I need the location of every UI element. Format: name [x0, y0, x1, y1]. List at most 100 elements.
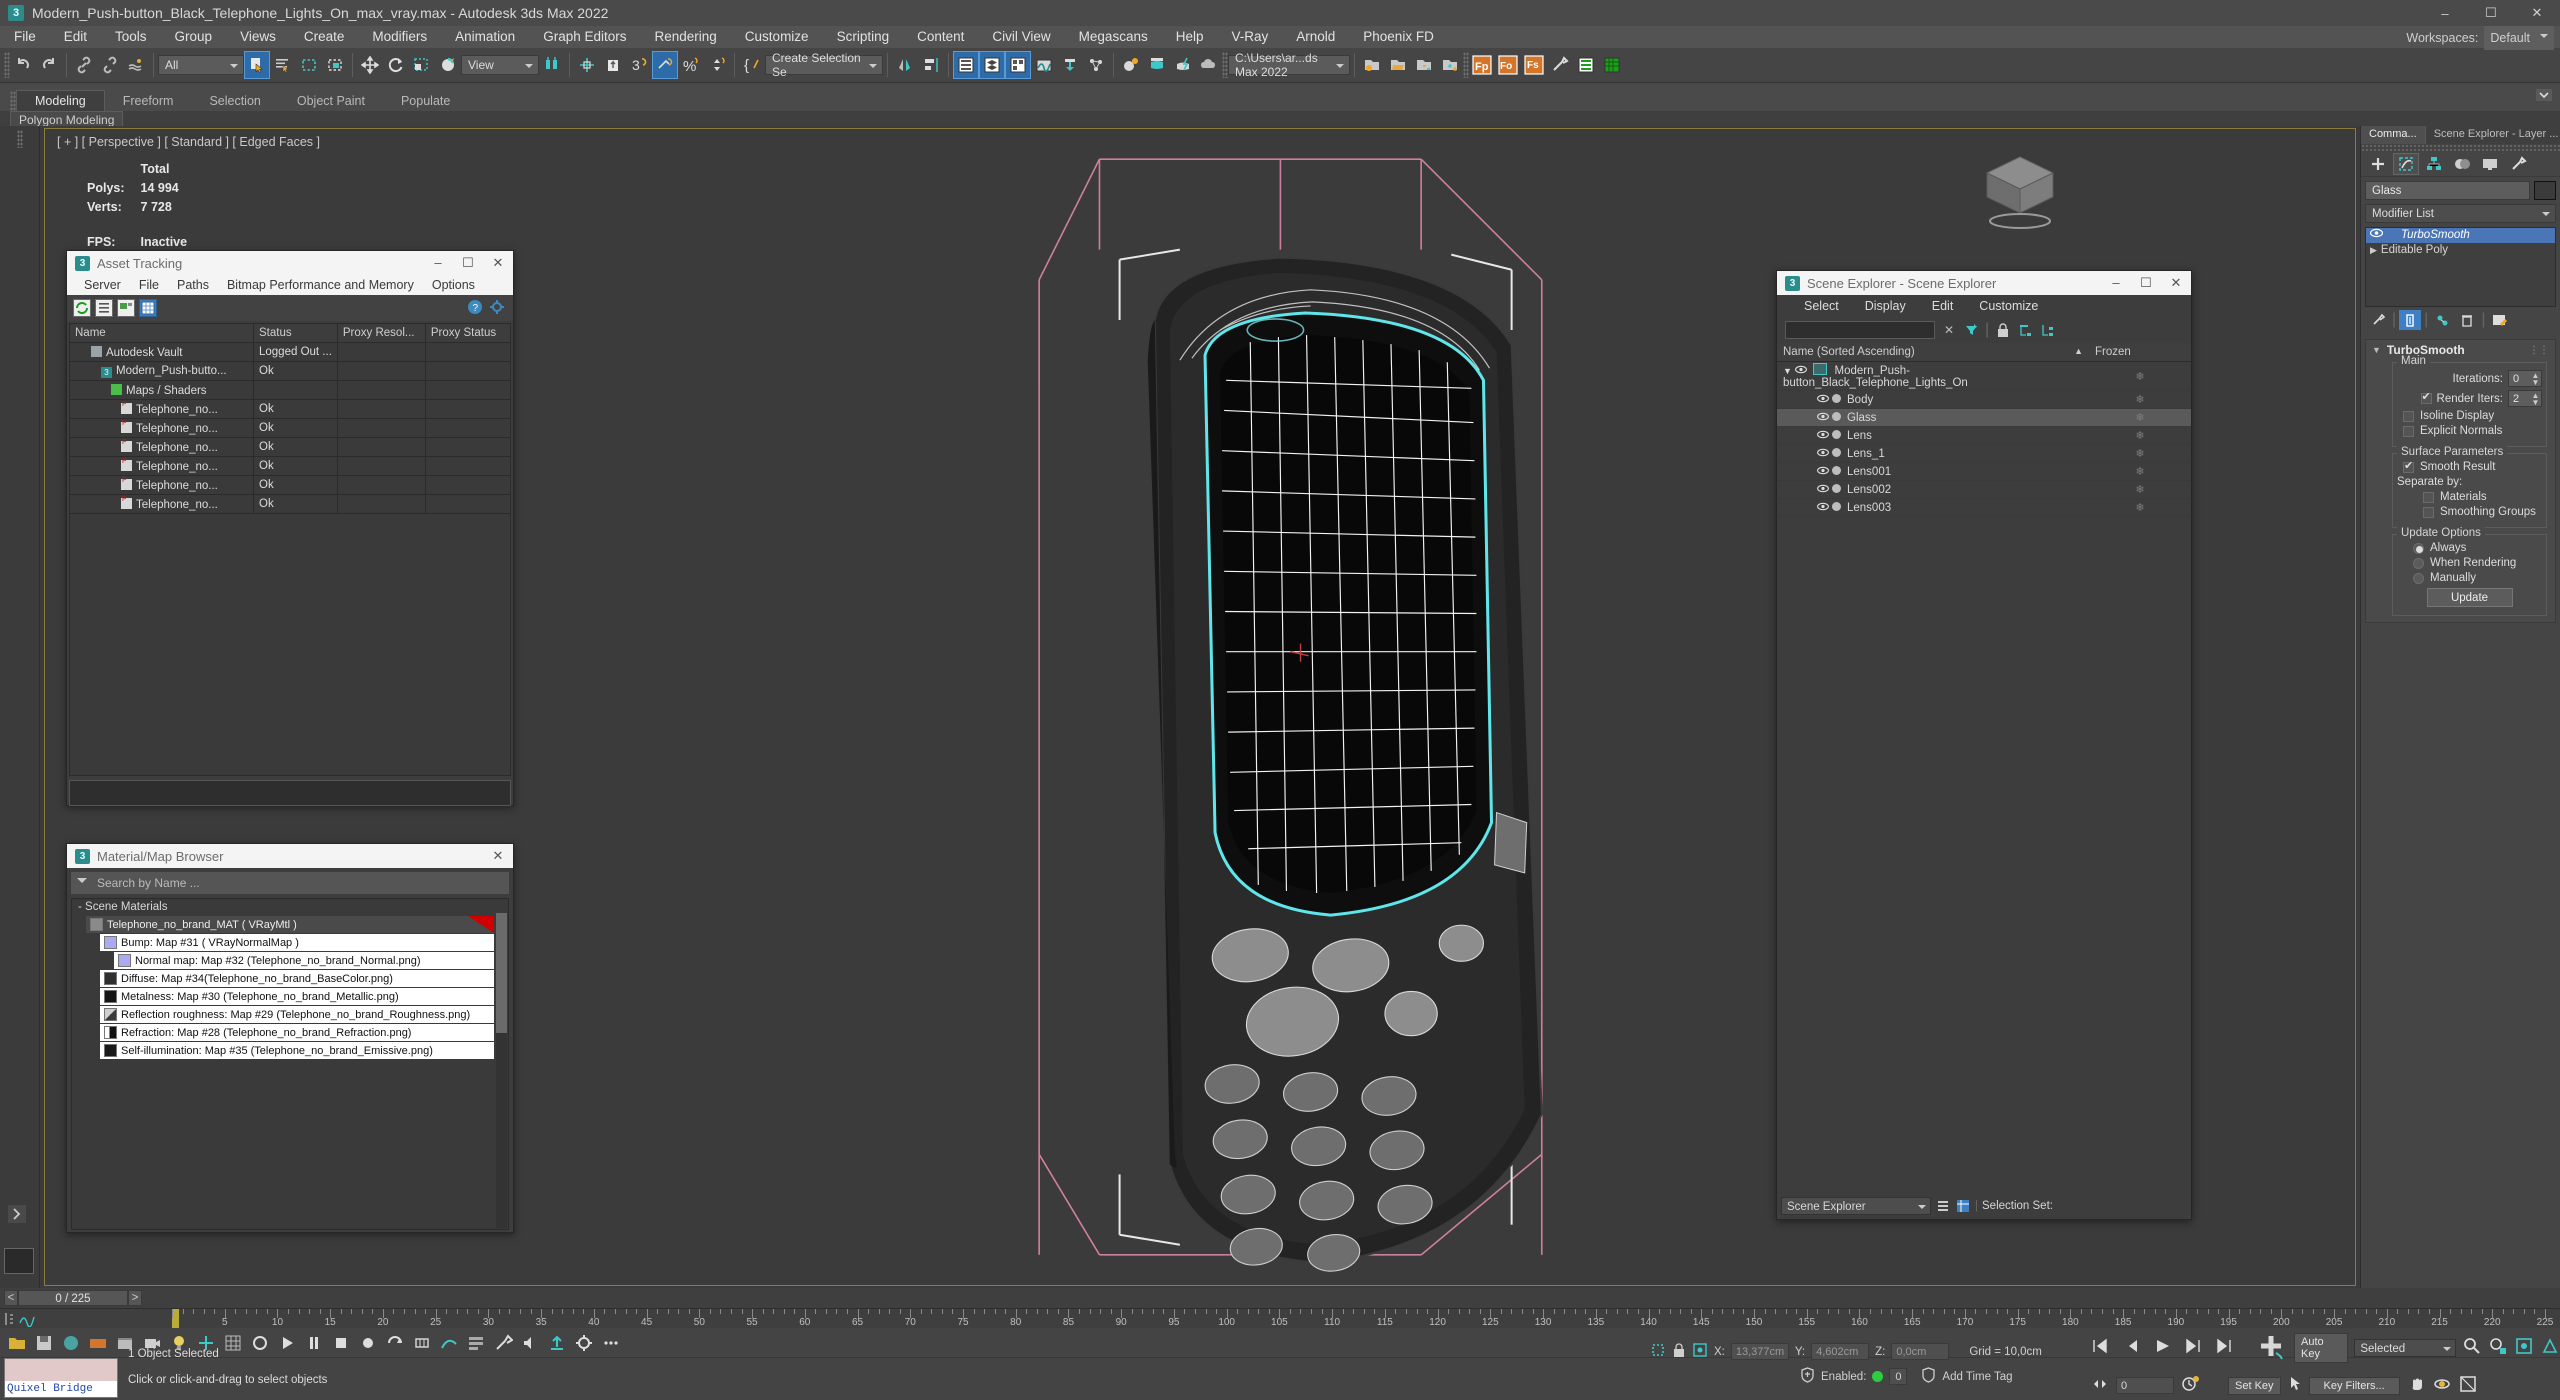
color-swatch[interactable]	[4, 1248, 34, 1274]
frozen-cell[interactable]: ❄	[2089, 480, 2191, 499]
lock-selection-icon[interactable]	[1672, 1342, 1686, 1361]
asset-tracking-titlebar[interactable]: 3 Asset Tracking – ☐ ✕	[67, 251, 513, 275]
key-filters-button[interactable]: Key Filters...	[2308, 1376, 2400, 1395]
list-item[interactable]: Refraction: Map #28 (Telephone_no_brand_…	[100, 1024, 494, 1041]
select-and-rotate-icon[interactable]	[383, 51, 409, 79]
forest-set-icon[interactable]: Fs	[1521, 51, 1547, 79]
table-row[interactable]: Telephone_no... Ok	[69, 399, 512, 419]
visibility-icon[interactable]	[1817, 412, 1829, 421]
explicit-normals-checkbox[interactable]	[2403, 425, 2414, 437]
iterations-spinner[interactable]: 0 ▲ ▼	[2508, 370, 2542, 387]
visibility-icon[interactable]	[1817, 484, 1829, 493]
map-swatch[interactable]	[118, 954, 131, 967]
col-proxy-resolution[interactable]: Proxy Resol...	[336, 323, 426, 343]
railclone-grid-icon[interactable]	[1599, 51, 1625, 79]
workspaces-value[interactable]: Default	[2484, 26, 2554, 50]
minimize-button[interactable]: –	[2422, 0, 2468, 26]
at-menu-options[interactable]: Options	[423, 278, 484, 292]
clear-search-icon[interactable]: ✕	[1941, 322, 1957, 338]
object-color-swatch[interactable]	[2534, 181, 2556, 200]
expand-collapse-icon[interactable]: ▼	[1783, 366, 1792, 376]
open-file-icon[interactable]	[4, 1330, 30, 1356]
table-row[interactable]: Autodesk Vault Logged Out ...	[69, 342, 512, 362]
time-ruler[interactable]: 5 10 15 20 25 30 35 40 45 50 55 60 65 70 75 80 85 90 95 100…	[0, 1308, 2560, 1329]
material-browser-scroll-thumb[interactable]	[496, 913, 507, 1033]
render-iterative-icon[interactable]	[1170, 51, 1196, 79]
expand-arrow-icon[interactable]: ▶	[2370, 243, 2377, 258]
mirror-icon[interactable]	[892, 51, 918, 79]
bridge-icon[interactable]	[85, 1330, 111, 1356]
motion-tab-icon[interactable]	[2449, 153, 2475, 175]
show-end-result-icon[interactable]	[2399, 310, 2422, 330]
menu-item-animation[interactable]: Animation	[441, 26, 529, 48]
map-swatch[interactable]	[104, 1026, 117, 1039]
list-item[interactable]: Metalness: Map #30 (Telephone_no_brand_M…	[100, 988, 494, 1005]
explorer-list-icon[interactable]	[1935, 1198, 1951, 1214]
explorer-table-icon[interactable]	[1955, 1198, 1971, 1214]
quixel-bridge-label[interactable]: Quixel Bridge	[5, 1381, 117, 1397]
col-name[interactable]: Name	[69, 323, 254, 343]
pan-icon[interactable]	[2406, 1374, 2426, 1397]
render-setup-icon[interactable]	[1005, 51, 1031, 79]
scene-explorer-minimize[interactable]: –	[2101, 271, 2131, 295]
asset-tracking-maximize[interactable]: ☐	[453, 251, 483, 275]
dope-sheet-icon[interactable]	[463, 1330, 489, 1356]
railclone-list-icon[interactable]	[1573, 51, 1599, 79]
scene-explorer-combo[interactable]: Scene Explorer	[1781, 1197, 1931, 1215]
go-to-end-icon[interactable]	[2210, 1337, 2234, 1358]
left-toolbar-expand-icon[interactable]	[8, 1205, 26, 1228]
asset-tracking-path-field[interactable]	[69, 780, 511, 806]
spinner-arrows-icon[interactable]	[704, 51, 730, 79]
project-relationships-icon[interactable]	[1437, 51, 1463, 79]
select-and-move-icon[interactable]	[357, 51, 383, 79]
frozen-cell[interactable]: ❄	[2089, 426, 2191, 445]
curve-editor-icon[interactable]	[1031, 51, 1057, 79]
percent-snap-toggle-icon[interactable]: %	[678, 51, 704, 79]
menu-item-phoenix-fd[interactable]: Phoenix FD	[1349, 26, 1448, 48]
selection-filter-combo[interactable]: All	[158, 55, 244, 75]
modify-tab-icon[interactable]	[2393, 152, 2419, 175]
create-tab-icon[interactable]	[2365, 153, 2391, 175]
modifier-stack[interactable]: TurboSmooth ▶ Editable Poly	[2365, 227, 2556, 307]
key-mode-plus-icon[interactable]	[2254, 1331, 2288, 1364]
render-iters-checkbox[interactable]	[2420, 390, 2432, 404]
spinner-snap-icon[interactable]	[652, 51, 678, 79]
scene-explorer-close[interactable]: ✕	[2161, 271, 2191, 295]
render-iters-spinner[interactable]: 2 ▲ ▼	[2508, 390, 2542, 407]
table-row[interactable]: Lens_1 ❄	[1777, 444, 2191, 463]
asset-tracking-minimize[interactable]: –	[423, 251, 453, 275]
spinner-arrows-icon[interactable]: ▲ ▼	[2531, 372, 2540, 387]
ribbon-tab-object-paint[interactable]: Object Paint	[279, 91, 383, 111]
scene-explorer-search-input[interactable]	[1785, 321, 1935, 339]
key-step-icon[interactable]	[2090, 1376, 2110, 1395]
menu-item-tools[interactable]: Tools	[101, 26, 161, 48]
map-swatch[interactable]	[104, 972, 117, 985]
scene-explorer-titlebar[interactable]: 3 Scene Explorer - Scene Explorer – ☐ ✕	[1777, 271, 2191, 295]
ribbon-minimize-icon[interactable]	[2536, 89, 2552, 104]
lock-icon[interactable]	[1995, 322, 2011, 338]
go-to-start-icon[interactable]	[2090, 1337, 2114, 1358]
always-radio[interactable]	[2413, 542, 2424, 554]
orbit-icon[interactable]	[2432, 1374, 2452, 1397]
rollout-header[interactable]: ▼ TurboSmooth ⋮⋮	[2366, 340, 2555, 360]
make-unique-icon[interactable]	[2431, 310, 2453, 330]
table-row[interactable]: Lens003 ❄	[1777, 498, 2191, 517]
visibility-icon[interactable]	[1817, 466, 1829, 475]
smooth-result-checkbox[interactable]	[2403, 459, 2414, 473]
menu-item-edit[interactable]: Edit	[50, 26, 101, 48]
material-library-icon[interactable]	[58, 1330, 84, 1356]
viewport-label[interactable]: [ + ] [ Perspective ] [ Standard ] [ Edg…	[57, 135, 320, 149]
map-swatch[interactable]	[104, 936, 117, 949]
open-project-folder-icon[interactable]	[1385, 51, 1411, 79]
pin-stack-icon[interactable]	[2367, 310, 2389, 330]
modifier-list-dropdown[interactable]: Modifier List	[2365, 204, 2556, 223]
set-key-button[interactable]: Set Key	[2228, 1376, 2281, 1395]
schematic-view-icon[interactable]	[1057, 51, 1083, 79]
visibility-icon[interactable]	[1795, 365, 1808, 374]
undo-icon[interactable]	[10, 51, 36, 79]
next-frame-button[interactable]: >	[128, 1290, 142, 1306]
modifier-stack-item-turbosmooth[interactable]: TurboSmooth	[2366, 228, 2555, 243]
asset-tracking-table[interactable]: Name Status Proxy Resol... Proxy Status …	[69, 323, 512, 514]
zoom-extents-icon[interactable]	[2514, 1336, 2534, 1359]
menu-item-scripting[interactable]: Scripting	[823, 26, 904, 48]
